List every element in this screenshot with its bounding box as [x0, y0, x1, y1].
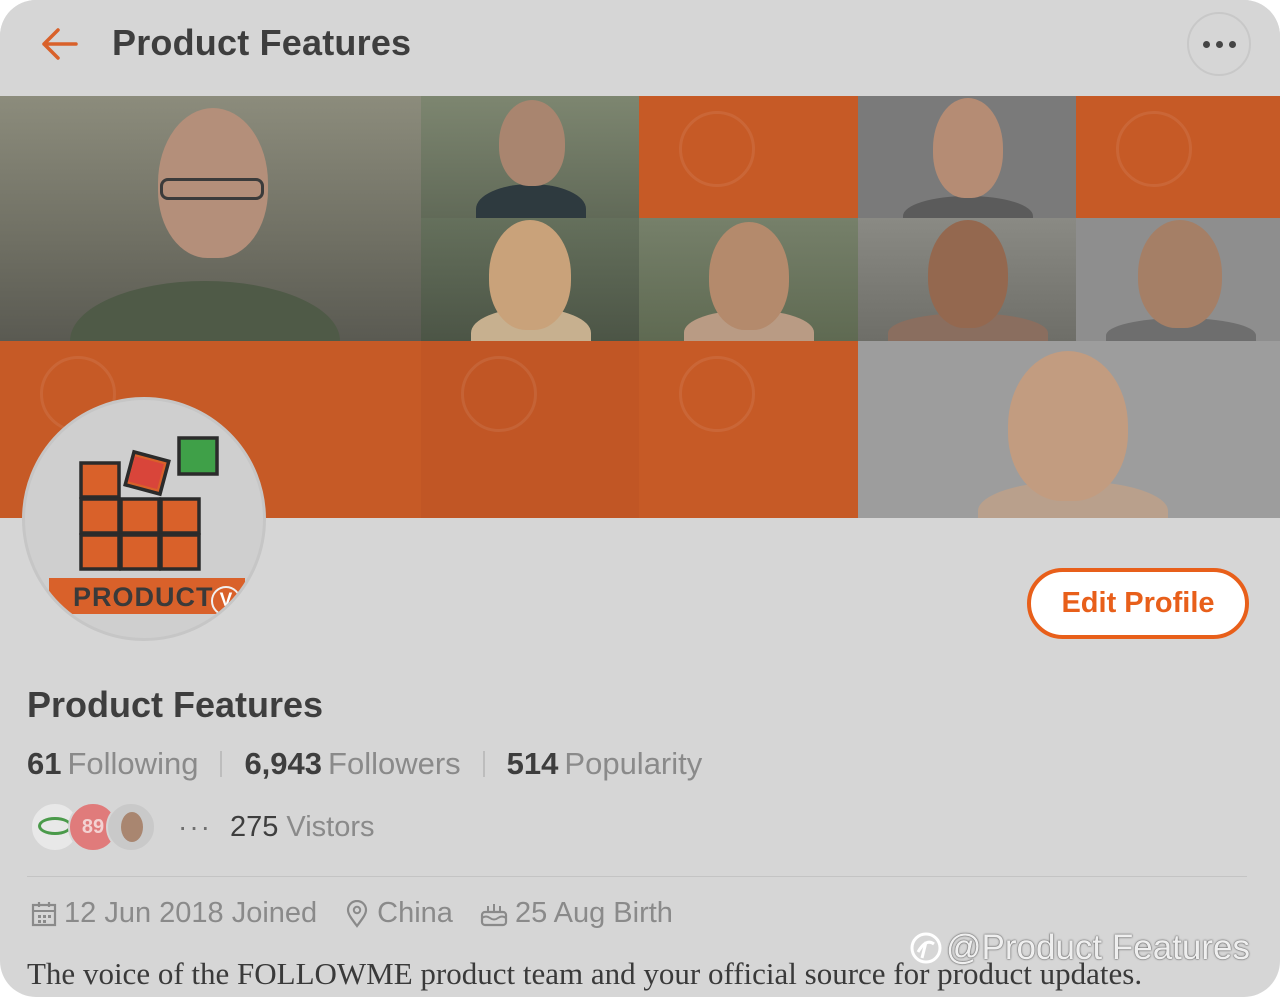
cover-tile-orange-2	[1076, 96, 1280, 218]
page-title: Product Features	[112, 22, 412, 63]
cover-photo-woman-blonde	[421, 218, 639, 341]
following-stat[interactable]: 61 Following	[27, 746, 198, 782]
arrow-left-icon	[42, 28, 78, 60]
more-button[interactable]	[1187, 12, 1251, 76]
location: China	[343, 897, 453, 930]
birthday-text: 25 Aug Birth	[514, 897, 673, 929]
profile-meta: 12 Jun 2018 Joined China 25 Aug Birth	[30, 897, 699, 930]
avatar-product-text: PRODUCT	[73, 582, 214, 612]
verified-badge-icon: V	[211, 586, 241, 616]
following-label: Following	[67, 746, 199, 781]
cover-tile-orange-1	[639, 96, 858, 218]
stat-divider	[482, 751, 485, 777]
joined-date-text: 12 Jun 2018 Joined	[64, 897, 318, 929]
location-text: China	[377, 897, 453, 929]
cover-photo-man-grey	[858, 96, 1076, 218]
cover-tile-orange-4	[421, 341, 639, 518]
visitor-face	[121, 812, 143, 842]
followers-stat[interactable]: 6,943 Followers	[244, 746, 460, 782]
cover-photo-man-glasses	[0, 96, 421, 341]
watermark: @Product Features	[908, 928, 1250, 968]
birthday-cake-icon	[480, 903, 508, 926]
profile-stats: 61 Following 6,943 Followers 514 Popular…	[27, 746, 702, 782]
watermark-text: @Product Features	[946, 928, 1250, 967]
visitor-logo-icon	[38, 817, 72, 835]
cover-photo-woman-park	[639, 218, 858, 341]
location-pin-icon	[347, 899, 368, 928]
followers-count: 6,943	[244, 746, 323, 781]
profile-name: Product Features	[27, 684, 324, 725]
edit-profile-button[interactable]: Edit Profile	[1027, 568, 1249, 639]
top-bar: Product Features	[0, 0, 1280, 96]
followers-label: Followers	[328, 746, 461, 781]
verified-badge-letter: V	[219, 590, 233, 611]
section-divider	[27, 876, 1247, 877]
more-horizontal-icon	[1202, 40, 1210, 48]
visitors-count: 275	[229, 810, 279, 843]
visitors-more-icon: ···	[178, 811, 212, 842]
following-count: 61	[27, 746, 62, 781]
more-dot	[1215, 40, 1223, 48]
cover-photo-man-smile	[421, 96, 639, 218]
popularity-count: 514	[506, 746, 559, 781]
joined-date: 12 Jun 2018 Joined	[30, 897, 317, 930]
more-dot	[1228, 40, 1236, 48]
cover-tile-orange-5	[639, 341, 858, 518]
visitors-row[interactable]: 89 ··· 275 Vistors	[30, 800, 374, 854]
visitors-label: Vistors	[286, 810, 375, 843]
birthday: 25 Aug Birth	[479, 897, 673, 930]
popularity-stat[interactable]: 514 Popularity	[507, 746, 703, 782]
cover-photo-woman-glasses	[858, 218, 1076, 341]
cover-photo-man-laughing	[1076, 218, 1280, 341]
cover-photo-woman-smiling	[858, 341, 1280, 518]
profile-avatar[interactable]: PRODUCT V	[22, 397, 266, 641]
calendar-icon	[31, 901, 57, 926]
visitor-badge-number: 89	[81, 815, 105, 838]
back-button[interactable]	[36, 22, 84, 66]
profile-screen: Product Features PRODUCT V Edit Profile …	[0, 0, 1280, 997]
stat-divider	[220, 751, 223, 777]
weibo-logo-icon	[910, 932, 942, 964]
popularity-label: Popularity	[564, 746, 703, 781]
visitor-avatar-photo[interactable]	[106, 802, 156, 852]
